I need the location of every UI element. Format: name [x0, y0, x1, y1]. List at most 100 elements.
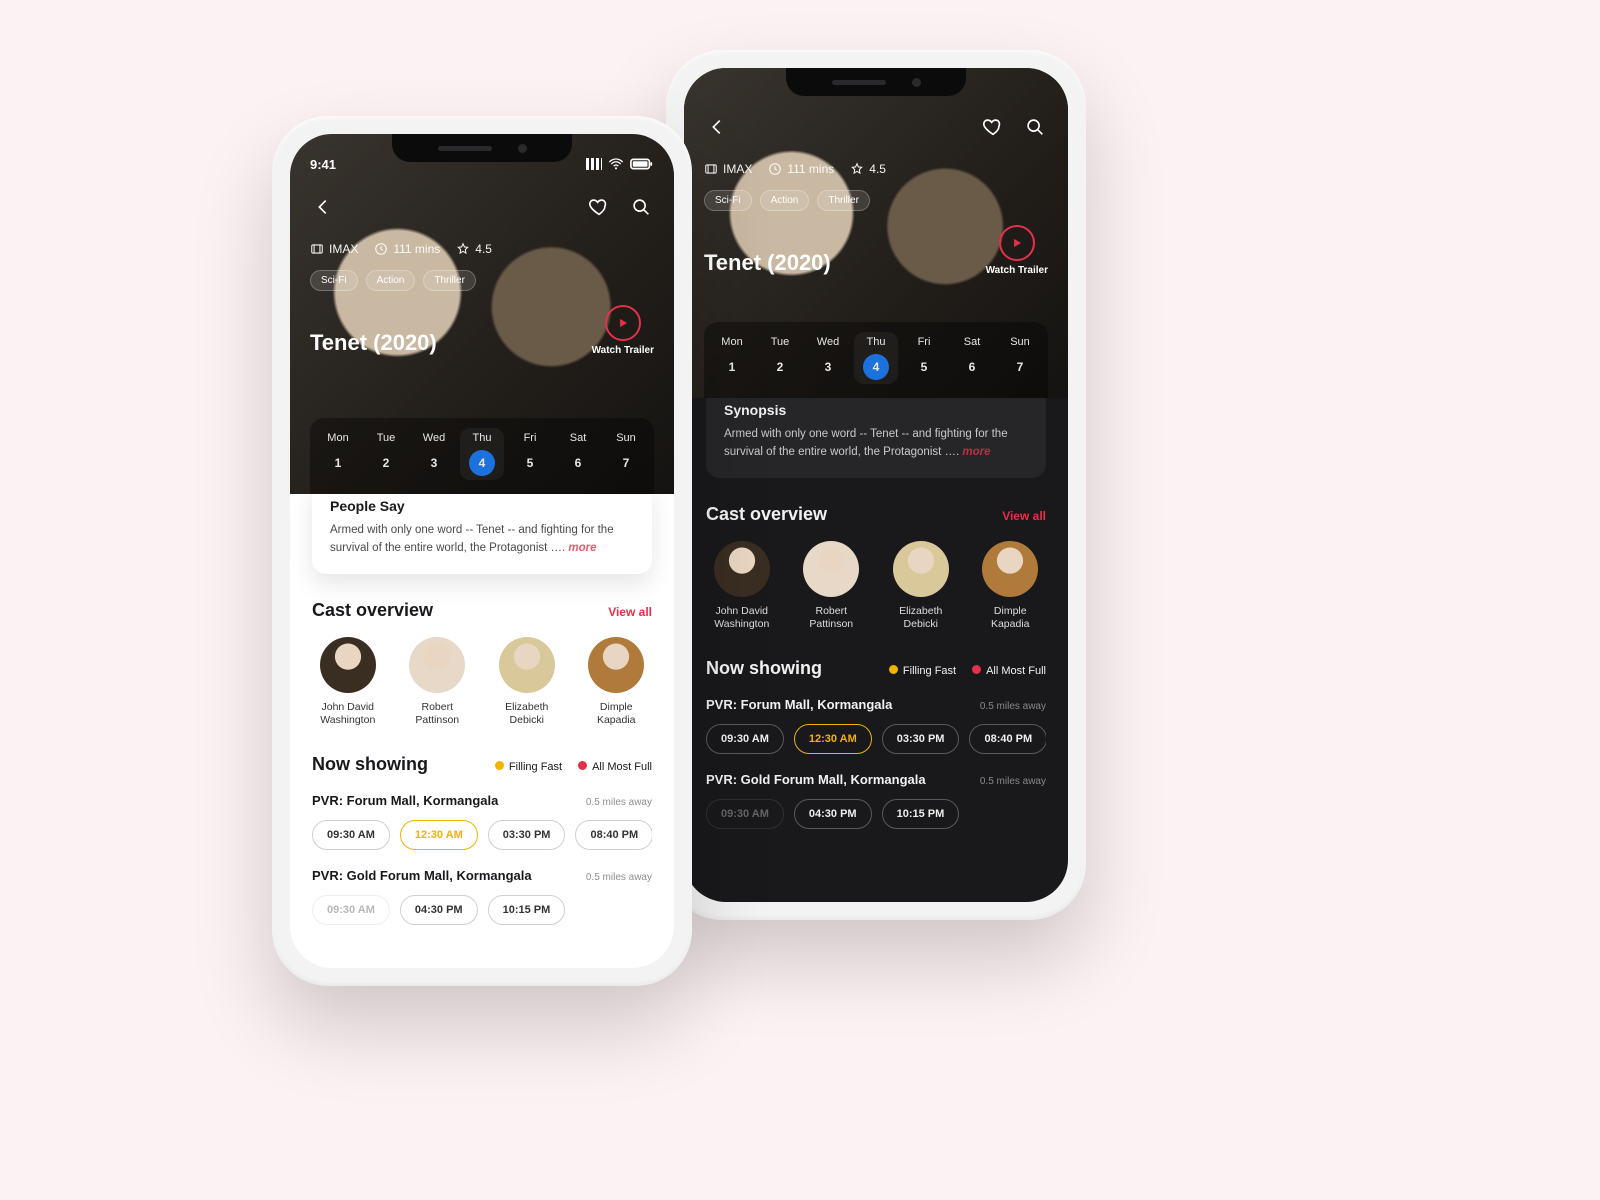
now-showing-heading: Now showing — [706, 658, 822, 679]
genre-tag[interactable]: Sci-Fi — [704, 190, 752, 211]
showtime-slot[interactable]: 08:40 PM — [969, 724, 1046, 754]
showtime-slot[interactable]: 08:40 PM — [575, 820, 652, 850]
showtime-slot[interactable]: 12:30 AM — [794, 724, 872, 754]
venue-name: PVR: Gold Forum Mall, Kormangala — [312, 868, 532, 883]
showtime-slot[interactable]: 03:30 PM — [882, 724, 960, 754]
battery-icon — [630, 158, 654, 170]
showtime-slot[interactable]: 09:30 AM — [312, 820, 390, 850]
legend: Filling Fast All Most Full — [495, 761, 652, 773]
synopsis-heading: Synopsis — [724, 402, 1028, 418]
date-cell[interactable]: Thu4 — [460, 428, 504, 480]
cast-name: John David Washington — [706, 605, 778, 632]
cast-avatar — [714, 541, 770, 597]
genre-tag[interactable]: Sci-Fi — [310, 270, 358, 291]
play-icon — [999, 225, 1035, 261]
genre-tag[interactable]: Action — [366, 270, 416, 291]
back-icon[interactable] — [310, 194, 336, 220]
genre-tag[interactable]: Thriller — [423, 270, 476, 291]
date-cell[interactable]: Tue2 — [758, 332, 802, 384]
search-icon[interactable] — [1022, 114, 1048, 140]
date-picker: Mon1Tue2Wed3Thu4Fri5Sat6Sun7 — [310, 418, 654, 494]
status-bar: 9:41 — [310, 150, 654, 178]
cast-name: Elizabeth Debicki — [885, 605, 957, 632]
cast-avatar — [320, 637, 376, 693]
movie-hero: IMAX 111 mins 4.5 Sci-Fi Action Thriller… — [684, 68, 1068, 398]
showtime-slot[interactable]: 04:30 PM — [794, 799, 872, 829]
signal-icon — [586, 158, 602, 170]
date-cell[interactable]: Fri5 — [508, 428, 552, 480]
showtime-slot[interactable]: 10:15 PM — [882, 799, 960, 829]
genre-tag[interactable]: Thriller — [817, 190, 870, 211]
read-more-link[interactable]: more — [962, 446, 990, 458]
venues-list: PVR: Forum Mall, Kormangala 0.5 miles aw… — [312, 793, 652, 925]
cast-avatar — [588, 637, 644, 693]
venue-name: PVR: Forum Mall, Kormangala — [706, 697, 892, 712]
play-icon — [605, 305, 641, 341]
legend: Filling Fast All Most Full — [889, 665, 1046, 677]
date-cell[interactable]: Wed3 — [412, 428, 456, 480]
date-cell[interactable]: Sat6 — [950, 332, 994, 384]
date-cell[interactable]: Mon1 — [316, 428, 360, 480]
wifi-icon — [608, 158, 624, 170]
movie-title: Tenet (2020) — [704, 250, 831, 276]
now-showing-heading: Now showing — [312, 754, 428, 775]
watch-trailer-button[interactable]: Watch Trailer — [986, 225, 1048, 276]
date-cell[interactable]: Sat6 — [556, 428, 600, 480]
genre-tags: Sci-Fi Action Thriller — [310, 270, 654, 291]
cast-item[interactable]: Robert Pattinson — [402, 637, 474, 728]
watch-trailer-button[interactable]: Watch Trailer — [592, 305, 654, 356]
cast-name: Robert Pattinson — [402, 701, 474, 728]
back-icon[interactable] — [704, 114, 730, 140]
view-all-link[interactable]: View all — [1002, 509, 1046, 523]
movie-meta: IMAX 111 mins 4.5 — [704, 162, 1048, 176]
cast-item[interactable]: John David Washington — [312, 637, 384, 728]
cast-name: Elizabeth Debicki — [491, 701, 563, 728]
cast-avatar — [803, 541, 859, 597]
genre-tag[interactable]: Action — [760, 190, 810, 211]
venue-distance: 0.5 miles away — [586, 872, 652, 883]
date-cell[interactable]: Tue2 — [364, 428, 408, 480]
venue: PVR: Forum Mall, Kormangala 0.5 miles aw… — [706, 697, 1046, 754]
read-more-link[interactable]: more — [568, 542, 596, 554]
movie-title: Tenet (2020) — [310, 330, 437, 356]
favorite-icon[interactable] — [586, 194, 612, 220]
showtime-slot[interactable]: 12:30 AM — [400, 820, 478, 850]
date-picker: Mon1Tue2Wed3Thu4Fri5Sat6Sun7 — [704, 322, 1048, 398]
date-cell[interactable]: Thu4 — [854, 332, 898, 384]
cast-item[interactable]: Robert Pattinson — [796, 541, 868, 632]
cast-avatar — [409, 637, 465, 693]
date-cell[interactable]: Sun7 — [998, 332, 1042, 384]
status-time: 9:41 — [310, 157, 336, 172]
cast-avatar — [499, 637, 555, 693]
cast-name: Robert Pattinson — [796, 605, 868, 632]
showtime-slot[interactable]: 03:30 PM — [488, 820, 566, 850]
view-all-link[interactable]: View all — [608, 605, 652, 619]
cast-heading: Cast overview — [706, 504, 827, 525]
date-cell[interactable]: Mon1 — [710, 332, 754, 384]
cast-item[interactable]: Elizabeth Debicki — [885, 541, 957, 632]
venue: PVR: Forum Mall, Kormangala 0.5 miles aw… — [312, 793, 652, 850]
cast-item[interactable]: Dimple Kapadia — [581, 637, 653, 728]
favorite-icon[interactable] — [980, 114, 1006, 140]
cast-item[interactable]: Elizabeth Debicki — [491, 637, 563, 728]
venue-distance: 0.5 miles away — [980, 701, 1046, 712]
date-cell[interactable]: Wed3 — [806, 332, 850, 384]
showtime-slot[interactable]: 04:30 PM — [400, 895, 478, 925]
venue-name: PVR: Gold Forum Mall, Kormangala — [706, 772, 926, 787]
showtime-slot[interactable]: 10:15 PM — [488, 895, 566, 925]
cast-item[interactable]: Dimple Kapadia — [975, 541, 1047, 632]
date-cell[interactable]: Fri5 — [902, 332, 946, 384]
venue-distance: 0.5 miles away — [980, 776, 1046, 787]
synopsis-card: People Say Armed with only one word -- T… — [312, 482, 652, 574]
date-cell[interactable]: Sun7 — [604, 428, 648, 480]
genre-tags: Sci-Fi Action Thriller — [704, 190, 1048, 211]
showtime-slot[interactable]: 09:30 AM — [312, 895, 390, 925]
cast-list: John David Washington Robert Pattinson Eli… — [312, 637, 652, 728]
cast-name: John David Washington — [312, 701, 384, 728]
movie-hero: 9:41 — [290, 134, 674, 494]
cast-item[interactable]: John David Washington — [706, 541, 778, 632]
cast-avatar — [893, 541, 949, 597]
search-icon[interactable] — [628, 194, 654, 220]
showtime-slot[interactable]: 09:30 AM — [706, 799, 784, 829]
showtime-slot[interactable]: 09:30 AM — [706, 724, 784, 754]
